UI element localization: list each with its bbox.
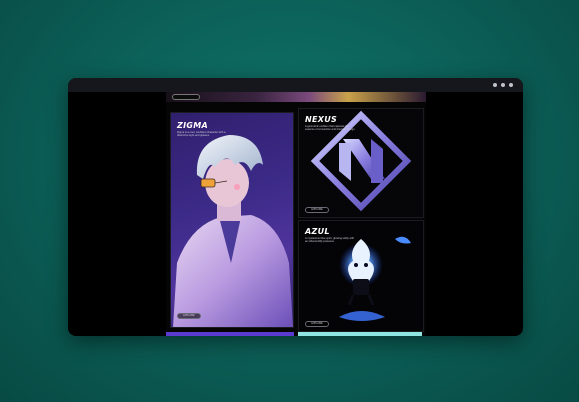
card-title: NEXUS (305, 115, 338, 124)
next-card-strip-left (166, 332, 294, 336)
explore-button[interactable]: EXPLORE (305, 321, 329, 327)
window-controls (493, 83, 513, 87)
next-card-strip-right (298, 332, 422, 336)
card-title: ZIGMA (177, 121, 208, 130)
card-description: A mysterious blue spirit, glowing softly… (305, 237, 355, 244)
card-description: Zigma is a cool, confident character wit… (177, 131, 226, 138)
zigma-illustration (171, 113, 293, 327)
card-nexus[interactable]: NEXUS A geometric emblem that captures t… (298, 108, 424, 218)
title-bar (68, 78, 523, 92)
card-zigma[interactable]: ZIGMA Zigma is a cool, confident charact… (170, 112, 294, 328)
maximize-button[interactable] (501, 83, 505, 87)
minimize-button[interactable] (493, 83, 497, 87)
card-azul[interactable]: AZUL A mysterious blue spirit, glowing s… (298, 220, 424, 332)
card-title: AZUL (305, 227, 330, 236)
close-button[interactable] (509, 83, 513, 87)
card-description: A geometric emblem that captures the ess… (305, 125, 356, 132)
previous-card-strip (166, 92, 426, 102)
explore-button[interactable]: EXPLORE (305, 207, 329, 213)
gallery-page: ZIGMA Zigma is a cool, confident charact… (166, 92, 426, 336)
previous-card-button[interactable] (172, 94, 200, 100)
explore-button[interactable]: EXPLORE (177, 313, 201, 319)
browser-window: ZIGMA Zigma is a cool, confident charact… (68, 78, 523, 336)
